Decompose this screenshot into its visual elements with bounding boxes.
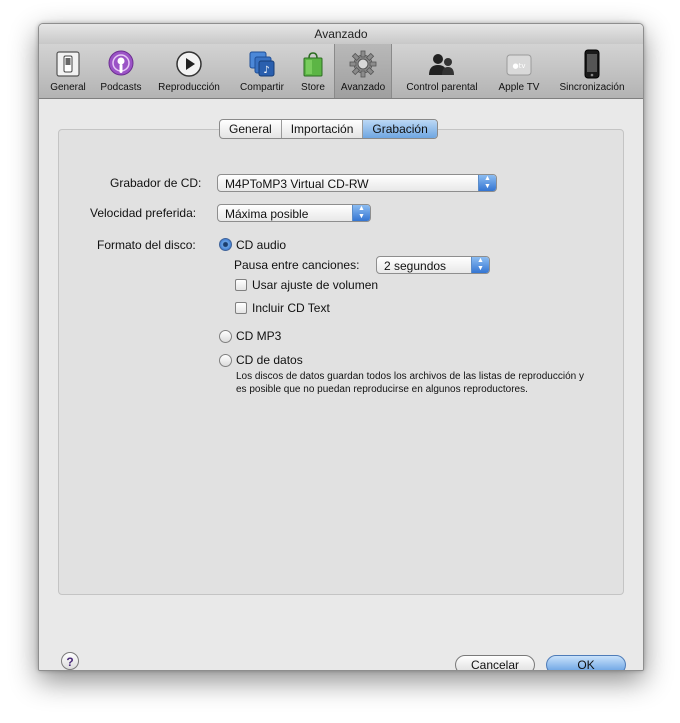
toolbar-label: Apple TV [498,82,540,93]
toolbar-label: Control parental [406,82,478,93]
switch-icon [56,51,80,77]
toolbar-label: General [50,82,86,93]
iphone-icon [584,49,600,79]
share-icon: ♪ [249,51,275,77]
gap-label: Pausa entre canciones: [234,258,360,272]
speed-select-value: Máxima posible [225,207,309,221]
preferences-content: General Importación Grabación Grabador d… [39,99,643,670]
cd-text-label: Incluir CD Text [252,301,330,315]
parental-icon [429,54,454,75]
toolbar-item-general[interactable]: General [43,44,93,98]
toolbar-label: Podcasts [100,82,142,93]
svg-text:♪: ♪ [263,65,269,76]
burner-label: Grabador de CD: [110,176,202,190]
data-cd-radio[interactable] [219,354,232,367]
help-button[interactable]: ? [61,652,79,670]
tab-importacion[interactable]: Importación [282,120,364,138]
cd-mp3-radio[interactable] [219,330,232,343]
store-bag-icon [303,52,323,77]
speed-select[interactable]: Máxima posible ▲ ▼ [217,204,371,222]
preferences-toolbar: General Podcasts Reproducción ♪ Comparti… [39,44,643,99]
toolbar-item-compartir[interactable]: ♪ Compartir [231,44,293,98]
toolbar-label: Store [301,82,325,93]
burner-select-value: M4PToMP3 Virtual CD-RW [225,177,369,191]
chevron-updown-icon: ▲ ▼ [352,205,370,221]
chevron-updown-icon: ▲ ▼ [478,175,496,191]
apple-tv-icon: ●tv [506,54,532,76]
podcast-icon [108,50,134,76]
toolbar-item-apple-tv[interactable]: ●tv Apple TV [491,44,547,98]
gear-icon [349,50,377,78]
sound-check-label: Usar ajuste de volumen [252,278,379,292]
burning-settings-panel [58,129,624,595]
toolbar-item-store[interactable]: Store [295,44,331,98]
gap-select-value: 2 segundos [384,259,447,273]
preferences-window: Avanzado General Podcasts Reproducción ♪… [38,23,644,671]
tab-grabacion[interactable]: Grabación [363,120,437,138]
toolbar-item-reproduccion[interactable]: Reproducción [149,44,229,98]
chevron-updown-icon: ▲ ▼ [471,257,489,273]
cd-mp3-label: CD MP3 [236,329,282,343]
toolbar-label: Compartir [240,82,284,93]
sound-check-checkbox[interactable] [235,279,247,291]
toolbar-item-podcasts[interactable]: Podcasts [95,44,147,98]
cd-text-checkbox[interactable] [235,302,247,314]
toolbar-item-sincronizacion[interactable]: Sincronización [549,44,635,98]
play-icon [176,51,202,77]
cd-audio-radio[interactable] [219,238,232,251]
toolbar-label: Sincronización [559,82,625,93]
data-cd-description: Los discos de datos guardan todos los ar… [236,371,584,395]
format-label: Formato del disco: [97,238,196,252]
ok-button[interactable]: OK [546,655,626,670]
cancel-button[interactable]: Cancelar [455,655,535,670]
tab-general[interactable]: General [220,120,282,138]
toolbar-item-control-parental[interactable]: Control parental [395,44,489,98]
toolbar-label: Avanzado [340,82,386,93]
svg-text:●tv: ●tv [513,62,526,70]
tab-bar: General Importación Grabación [219,119,438,139]
data-cd-label: CD de datos [236,353,303,367]
speed-label: Velocidad preferida: [90,206,197,220]
gap-select[interactable]: 2 segundos ▲ ▼ [376,256,490,274]
toolbar-item-avanzado[interactable]: Avanzado [334,44,392,98]
cd-audio-label: CD audio [236,238,287,252]
window-title: Avanzado [39,24,643,45]
burner-select[interactable]: M4PToMP3 Virtual CD-RW ▲ ▼ [217,174,497,192]
toolbar-label: Reproducción [158,82,220,93]
